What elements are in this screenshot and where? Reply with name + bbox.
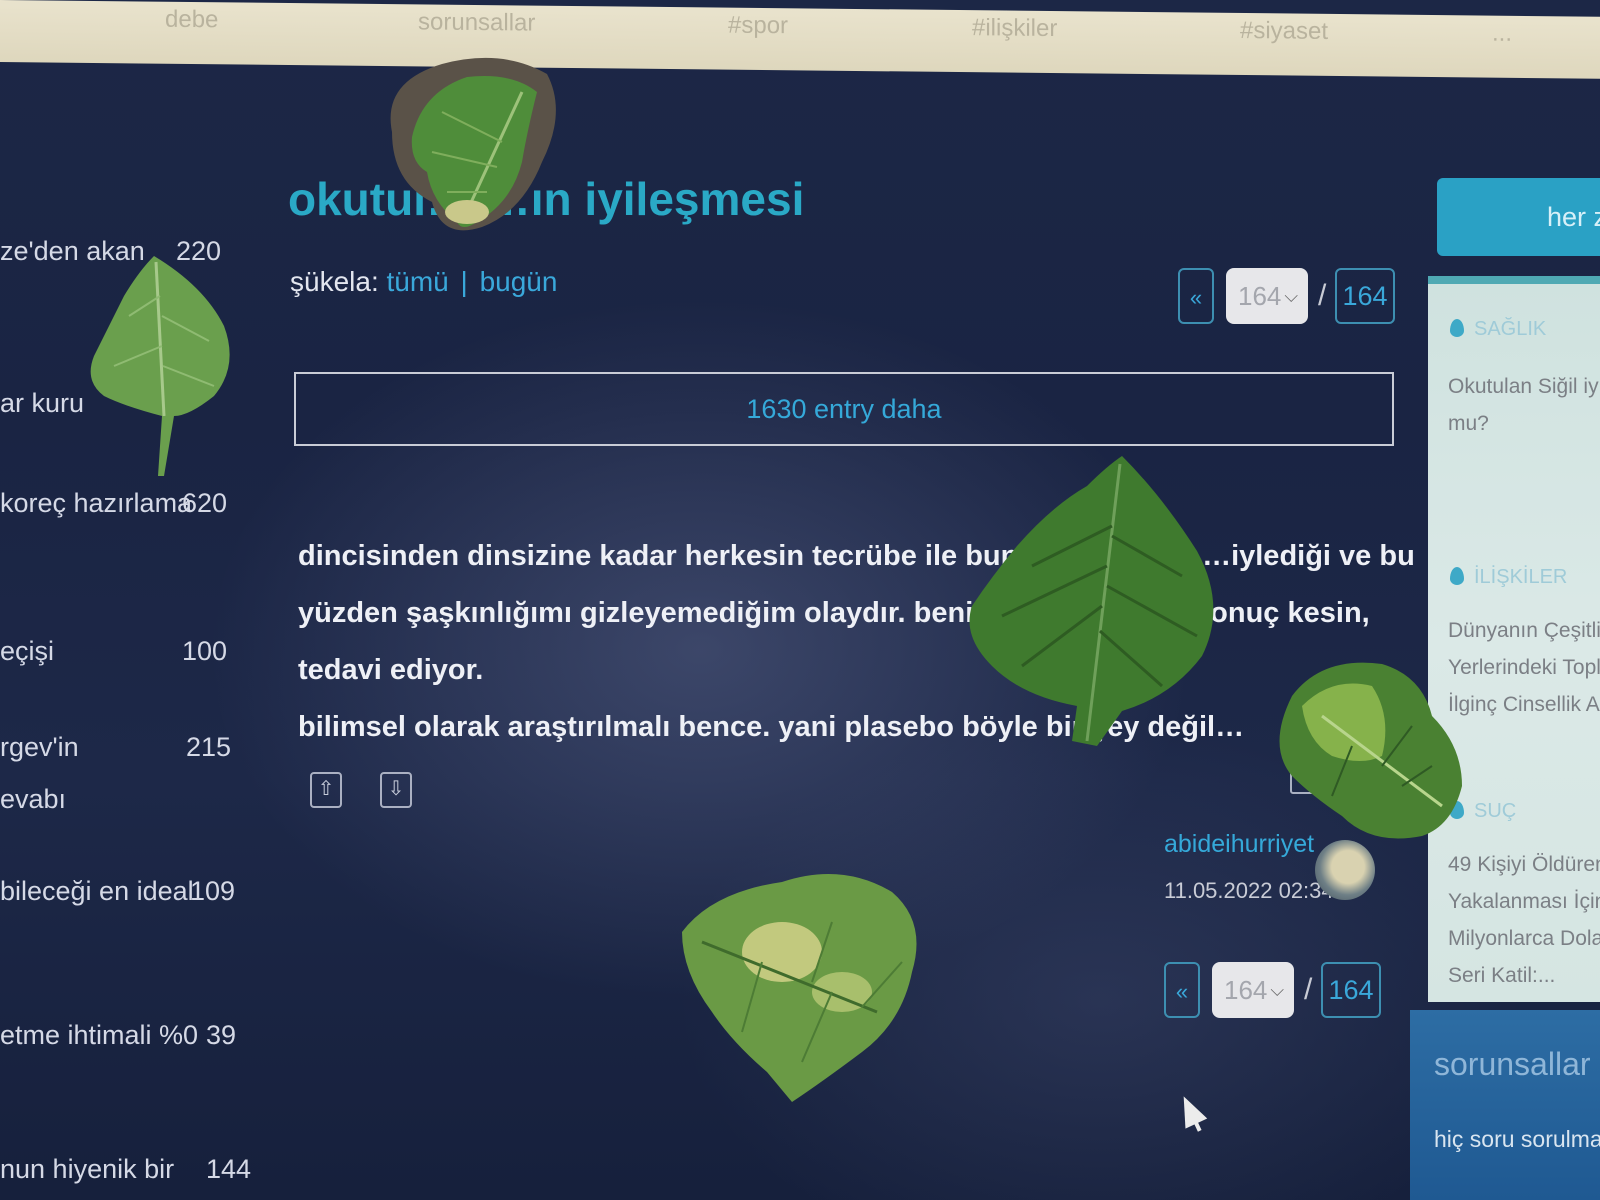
chevron-down-icon: ⌵ xyxy=(1284,286,1298,306)
sidebar-topic-count: 620 xyxy=(182,488,228,518)
sukela-filter: şükela: tümü | bugün xyxy=(290,266,557,298)
sorunsallar-title[interactable]: sorunsallar xyxy=(1434,1046,1591,1083)
sidebar-topic-label: koreç hazırlama xyxy=(0,488,193,518)
pager-page-select[interactable]: 164 ⌵ xyxy=(1212,962,1294,1018)
sukela-label: şükela: xyxy=(290,266,379,297)
pager-last-button[interactable]: 164 xyxy=(1321,962,1381,1018)
filter-all-link[interactable]: tümü xyxy=(387,266,449,297)
sidebar-topic-count: 144 xyxy=(206,1154,252,1184)
sidebar-topic-label: rgev'in xyxy=(0,732,79,762)
sidebar-topic-label: etme ihtimali %0 xyxy=(0,1020,199,1050)
upvote-arrow-icon[interactable]: ⇧ xyxy=(310,772,342,808)
sidebar-topic-label: bileceği en ideal xyxy=(0,876,194,906)
sidebar-topic-label: nun hiyenik bir xyxy=(0,1154,175,1184)
pager-prev-button[interactable]: « xyxy=(1164,962,1200,1018)
tag-bar: debe sorunsallar #spor #ilişkiler #siyas… xyxy=(0,0,1600,79)
photo-of-screen: debe sorunsallar #spor #ilişkiler #siyas… xyxy=(0,0,1600,1200)
downvote-arrow-icon[interactable]: ⇩ xyxy=(380,772,412,808)
drop-icon xyxy=(1450,319,1464,337)
pager-current-page: 164 xyxy=(1238,281,1282,311)
drop-icon xyxy=(1450,567,1464,585)
tag-siyaset[interactable]: #siyaset xyxy=(1240,17,1328,46)
card-category: SAĞLIK xyxy=(1450,318,1546,341)
tag-more[interactable]: ... xyxy=(1492,20,1512,48)
pager-separator: / xyxy=(1318,279,1327,312)
sidebar-topic-count: 109 xyxy=(190,876,236,906)
right-panel-button[interactable]: her za xyxy=(1437,178,1600,256)
sidebar-topic-label: ar kuru xyxy=(0,388,85,418)
filter-separator: | xyxy=(460,266,468,297)
tag-sorunsallar[interactable]: sorunsallar xyxy=(418,8,535,37)
pager-separator: / xyxy=(1304,973,1313,1006)
pager-prev-button[interactable]: « xyxy=(1178,268,1214,324)
pager-page-select[interactable]: 164 ⌵ xyxy=(1226,268,1308,324)
card-headline[interactable]: Okutulan Siğil iy mu? xyxy=(1448,368,1599,442)
sidebar-topic-label: evabı xyxy=(0,784,67,814)
more-entries-button[interactable]: 1630 entry daha xyxy=(294,372,1394,446)
filter-today-link[interactable]: bugün xyxy=(480,266,558,297)
sidebar-topic-count: 100 xyxy=(182,636,228,666)
tag-spor[interactable]: #spor xyxy=(728,12,788,41)
entry-date[interactable]: 11.05.2022 02:34 xyxy=(1164,878,1334,904)
sorunsallar-subtitle: hiç soru sorulmam xyxy=(1434,1126,1600,1152)
card-category: İLİŞKİLER xyxy=(1450,566,1567,589)
leaf-photo xyxy=(1279,662,1462,839)
pager-top: « 164 ⌵ / 164 xyxy=(1178,268,1398,324)
leaf-photo xyxy=(682,874,917,1102)
right-panel-card: SAĞLIK Okutulan Siğil iy mu? İLİŞKİLER D… xyxy=(1428,276,1600,1002)
pager-current-page: 164 xyxy=(1224,975,1268,1005)
card-category-label: SAĞLIK xyxy=(1474,318,1547,340)
avatar[interactable] xyxy=(1315,840,1375,900)
card-category-label: İLİŞKİLER xyxy=(1474,566,1568,588)
leaf-photo xyxy=(969,456,1214,746)
pager-bottom: « 164 ⌵ / 164 xyxy=(1164,962,1384,1018)
leaf-photo xyxy=(90,256,230,476)
sidebar-topic-count: 215 xyxy=(186,732,232,762)
tag-iliskiler[interactable]: #ilişkiler xyxy=(972,14,1057,43)
pager-last-button[interactable]: 164 xyxy=(1335,268,1395,324)
card-headline[interactable]: 49 Kişiyi Öldüren Yakalanması İçin Milyo… xyxy=(1448,846,1600,994)
tag-debe[interactable]: debe xyxy=(165,6,218,35)
card-category-label: SUÇ xyxy=(1474,800,1517,822)
sidebar-topic-label: eçişi xyxy=(0,636,55,666)
sidebar-topic-count: 39 xyxy=(206,1020,237,1050)
mouse-cursor-icon xyxy=(1172,1091,1208,1129)
chevron-down-icon: ⌵ xyxy=(1270,980,1284,1000)
leaf-photo xyxy=(390,57,556,231)
sorunsallar-panel: sorunsallar hiç soru sorulmam xyxy=(1410,1010,1600,1200)
